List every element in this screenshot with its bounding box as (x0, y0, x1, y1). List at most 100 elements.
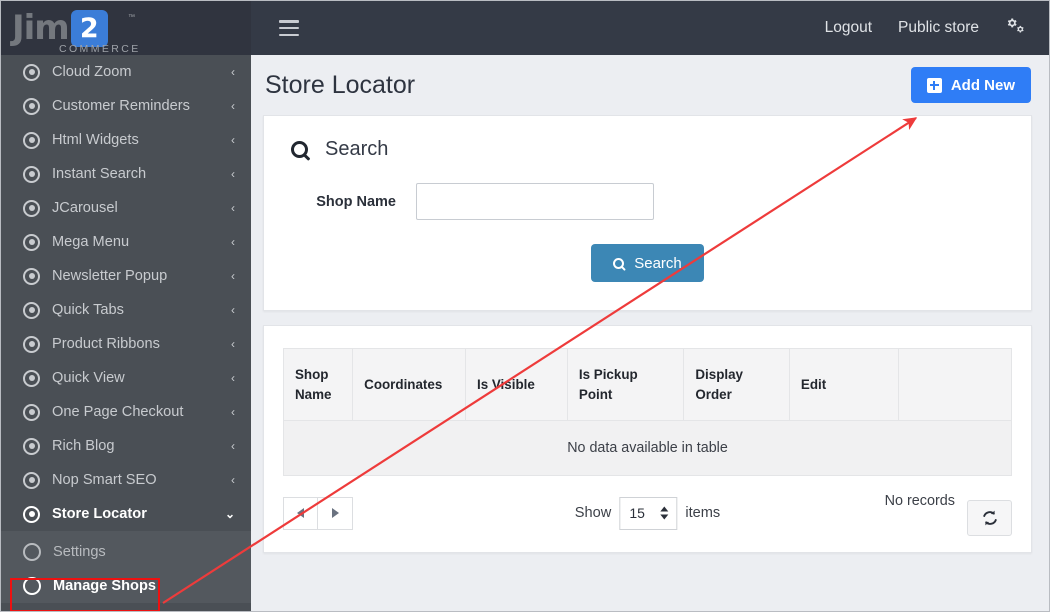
bullseye-icon (23, 63, 40, 81)
sidebar-subitem-label: Settings (53, 544, 106, 560)
table-column-header[interactable]: Shop Name (282, 348, 354, 421)
search-icon (613, 257, 625, 269)
table-column-header[interactable]: Edit (788, 348, 900, 421)
public-store-link[interactable]: Public store (898, 19, 979, 37)
page-size-group: Show 15 items (575, 496, 721, 530)
gears-icon[interactable] (1005, 17, 1031, 39)
page-title: Store Locator (265, 70, 416, 99)
sidebar-item-label: Customer Reminders (52, 98, 190, 114)
sidebar-item-customer-reminders[interactable]: Customer Reminders ‹ (1, 89, 251, 123)
sidebar-item-label: Cloud Zoom (52, 64, 132, 80)
hamburger-bar (279, 26, 299, 30)
brand-name: Jim (12, 8, 70, 48)
bullseye-icon (23, 131, 40, 149)
bullseye-icon (23, 301, 40, 319)
table-column-header[interactable] (898, 348, 1012, 421)
sidebar-item-label: Instant Search (52, 166, 147, 182)
chevron-left-icon: ‹ (231, 371, 235, 385)
table-column-header[interactable]: Is Pickup Point (566, 348, 685, 421)
gears-icon-svg (1007, 18, 1024, 33)
shop-name-input[interactable] (416, 183, 654, 220)
bullseye-icon (23, 233, 40, 251)
table-column-header[interactable]: Display Order (683, 348, 790, 421)
chevron-left-icon (297, 508, 304, 518)
chevron-left-icon: ‹ (231, 65, 235, 79)
chevron-down-icon: ⌄ (224, 507, 235, 521)
sidebar-item-store-locator[interactable]: Store Locator ⌄ (1, 497, 251, 531)
sidebar-subitem-manage-shops[interactable]: Manage Shops (1, 569, 251, 603)
shop-name-form-row: Shop Name (264, 183, 1031, 220)
stepper-icon (660, 506, 669, 520)
circle-icon (23, 543, 41, 561)
trademark-mark: ™ (128, 13, 135, 21)
sidebar-item-instant-search[interactable]: Instant Search ‹ (1, 157, 251, 191)
chevron-left-icon: ‹ (231, 439, 235, 453)
records-status: No records (884, 493, 955, 509)
prev-page-button[interactable] (283, 496, 318, 530)
empty-message: No data available in table (283, 420, 1012, 476)
sidebar-item-jcarousel[interactable]: JCarousel ‹ (1, 191, 251, 225)
sidebar-item-cloud-zoom[interactable]: Cloud Zoom ‹ (1, 55, 251, 89)
table-column-header[interactable]: Is Visible (464, 348, 568, 421)
table-body: No data available in table (283, 420, 1012, 476)
sidebar-item-label: Mega Menu (52, 234, 130, 250)
next-page-button[interactable] (318, 496, 353, 530)
page-size-select[interactable]: 15 (619, 496, 678, 530)
plus-square-icon (926, 77, 942, 93)
bullseye-icon (23, 267, 40, 285)
sidebar-item-quick-tabs[interactable]: Quick Tabs ‹ (1, 293, 251, 327)
chevron-left-icon: ‹ (231, 133, 235, 147)
sidebar-item-mega-menu[interactable]: Mega Menu ‹ (1, 225, 251, 259)
sidebar-subitem-settings[interactable]: Settings (1, 535, 251, 569)
chevron-left-icon: ‹ (231, 269, 235, 283)
chevron-left-icon: ‹ (231, 473, 235, 487)
sidebar-item-newsletter-popup[interactable]: Newsletter Popup ‹ (1, 259, 251, 293)
stepper-down-icon (660, 514, 669, 520)
page-header: Store Locator Add New (251, 55, 1049, 115)
search-panel-header: Search (264, 116, 1031, 161)
sidebar-submenu: Settings Manage Shops (1, 531, 251, 603)
top-bar: Jim 2 COMMERCE ™ Logout Public store (1, 1, 1049, 55)
bullseye-icon (23, 335, 40, 353)
sidebar-item-label: Nop Smart SEO (52, 472, 157, 488)
table-head: Shop Name Coordinates Is Visible Is Pickup … (282, 348, 1012, 421)
circle-icon (23, 577, 41, 595)
add-new-label: Add New (950, 76, 1015, 94)
chevron-left-icon: ‹ (231, 303, 235, 317)
search-button-label: Search (634, 254, 682, 272)
sidebar-item-html-widgets[interactable]: Html Widgets ‹ (1, 123, 251, 157)
sidebar-item-label: Rich Blog (52, 438, 115, 454)
sidebar-item-nop-smart-seo[interactable]: Nop Smart SEO ‹ (1, 463, 251, 497)
sidebar-item-rich-blog[interactable]: Rich Blog ‹ (1, 429, 251, 463)
sidebar-item-label: Newsletter Popup (52, 268, 168, 284)
brand-badge: 2 (70, 9, 108, 47)
search-button[interactable]: Search (591, 244, 704, 282)
table-header-row: Shop Name Coordinates Is Visible Is Pickup … (282, 348, 1012, 421)
sidebar-item-label: One Page Checkout (52, 404, 184, 420)
sidebar-item-one-page-checkout[interactable]: One Page Checkout ‹ (1, 395, 251, 429)
hamburger-icon[interactable] (279, 20, 299, 36)
items-label: items (685, 505, 721, 521)
bullseye-icon (23, 437, 40, 455)
sidebar-item-quick-view[interactable]: Quick View ‹ (1, 361, 251, 395)
add-new-button[interactable]: Add New (910, 67, 1031, 103)
refresh-button[interactable] (967, 500, 1012, 536)
bullseye-icon (23, 165, 40, 183)
shop-name-label: Shop Name (316, 193, 396, 210)
app-window: Jim 2 COMMERCE ™ Logout Public store Clo… (0, 0, 1050, 612)
table-column-header[interactable]: Coordinates (352, 348, 466, 421)
bullseye-icon (23, 471, 40, 489)
magnifier-icon (291, 141, 308, 158)
pagination-controls (283, 496, 353, 530)
bullseye-icon (23, 369, 40, 387)
main-content: Store Locator Add New Search Shop Name S… (251, 55, 1049, 611)
sidebar-item-label: JCarousel (52, 200, 118, 216)
sidebar-item-product-ribbons[interactable]: Product Ribbons ‹ (1, 327, 251, 361)
brand-logo[interactable]: Jim 2 COMMERCE ™ (1, 1, 251, 55)
sidebar-subitem-label: Manage Shops (53, 578, 156, 594)
search-panel-title: Search (325, 138, 389, 160)
search-submit-row: Search (264, 220, 1031, 310)
chevron-left-icon: ‹ (231, 99, 235, 113)
logout-link[interactable]: Logout (825, 19, 872, 37)
brand-subtitle: COMMERCE (59, 42, 141, 55)
